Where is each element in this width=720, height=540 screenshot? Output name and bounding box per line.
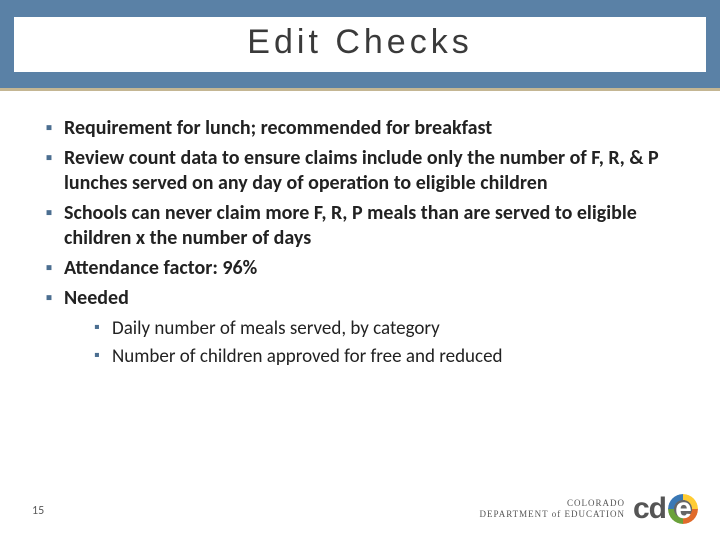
footer-dept-text: COLORADO DEPARTMENT of EDUCATION xyxy=(480,498,625,520)
content-area: Requirement for lunch; recommended for b… xyxy=(0,106,720,370)
sub-bullet-item: Daily number of meals served, by categor… xyxy=(94,317,686,341)
page-number: 15 xyxy=(32,504,44,518)
bullet-item: Review count data to ensure claims inclu… xyxy=(46,146,686,197)
bullet-item: Requirement for lunch; recommended for b… xyxy=(46,116,686,142)
header-inner: Edit Checks xyxy=(14,17,705,72)
bullet-text: Needed xyxy=(64,286,129,310)
sub-bullet-item: Number of children approved for free and… xyxy=(94,345,686,369)
sub-bullet-list: Daily number of meals served, by categor… xyxy=(64,317,686,370)
footer-logo: COLORADO DEPARTMENT of EDUCATION cd xyxy=(480,492,698,526)
bullet-item: Attendance factor: 96% xyxy=(46,256,686,282)
header-band: Edit Checks xyxy=(0,0,720,88)
bullet-item: Needed Daily number of meals served, by … xyxy=(46,286,686,370)
bullet-item: Schools can never claim more F, R, P mea… xyxy=(46,201,686,252)
accent-bands xyxy=(0,88,720,106)
cde-logo-icon: cd xyxy=(633,492,698,526)
cde-logo-cd: cd xyxy=(633,492,666,526)
accent-band-white xyxy=(0,91,720,101)
bullet-text: Review count data to ensure claims inclu… xyxy=(64,146,659,196)
bullet-text: Attendance factor: 96% xyxy=(64,256,257,280)
bullet-text: Requirement for lunch; recommended for b… xyxy=(64,116,492,140)
slide-title: Edit Checks xyxy=(14,23,705,62)
slide: Edit Checks Requirement for lunch; recom… xyxy=(0,0,720,540)
footer-state: COLORADO xyxy=(480,498,625,509)
cde-logo-e-icon xyxy=(668,494,698,524)
sub-bullet-text: Daily number of meals served, by categor… xyxy=(112,317,440,340)
footer-dept-line: DEPARTMENT of EDUCATION xyxy=(480,509,625,520)
sub-bullet-text: Number of children approved for free and… xyxy=(112,345,503,368)
bullet-text: Schools can never claim more F, R, P mea… xyxy=(64,201,637,251)
bullet-list: Requirement for lunch; recommended for b… xyxy=(46,116,686,370)
